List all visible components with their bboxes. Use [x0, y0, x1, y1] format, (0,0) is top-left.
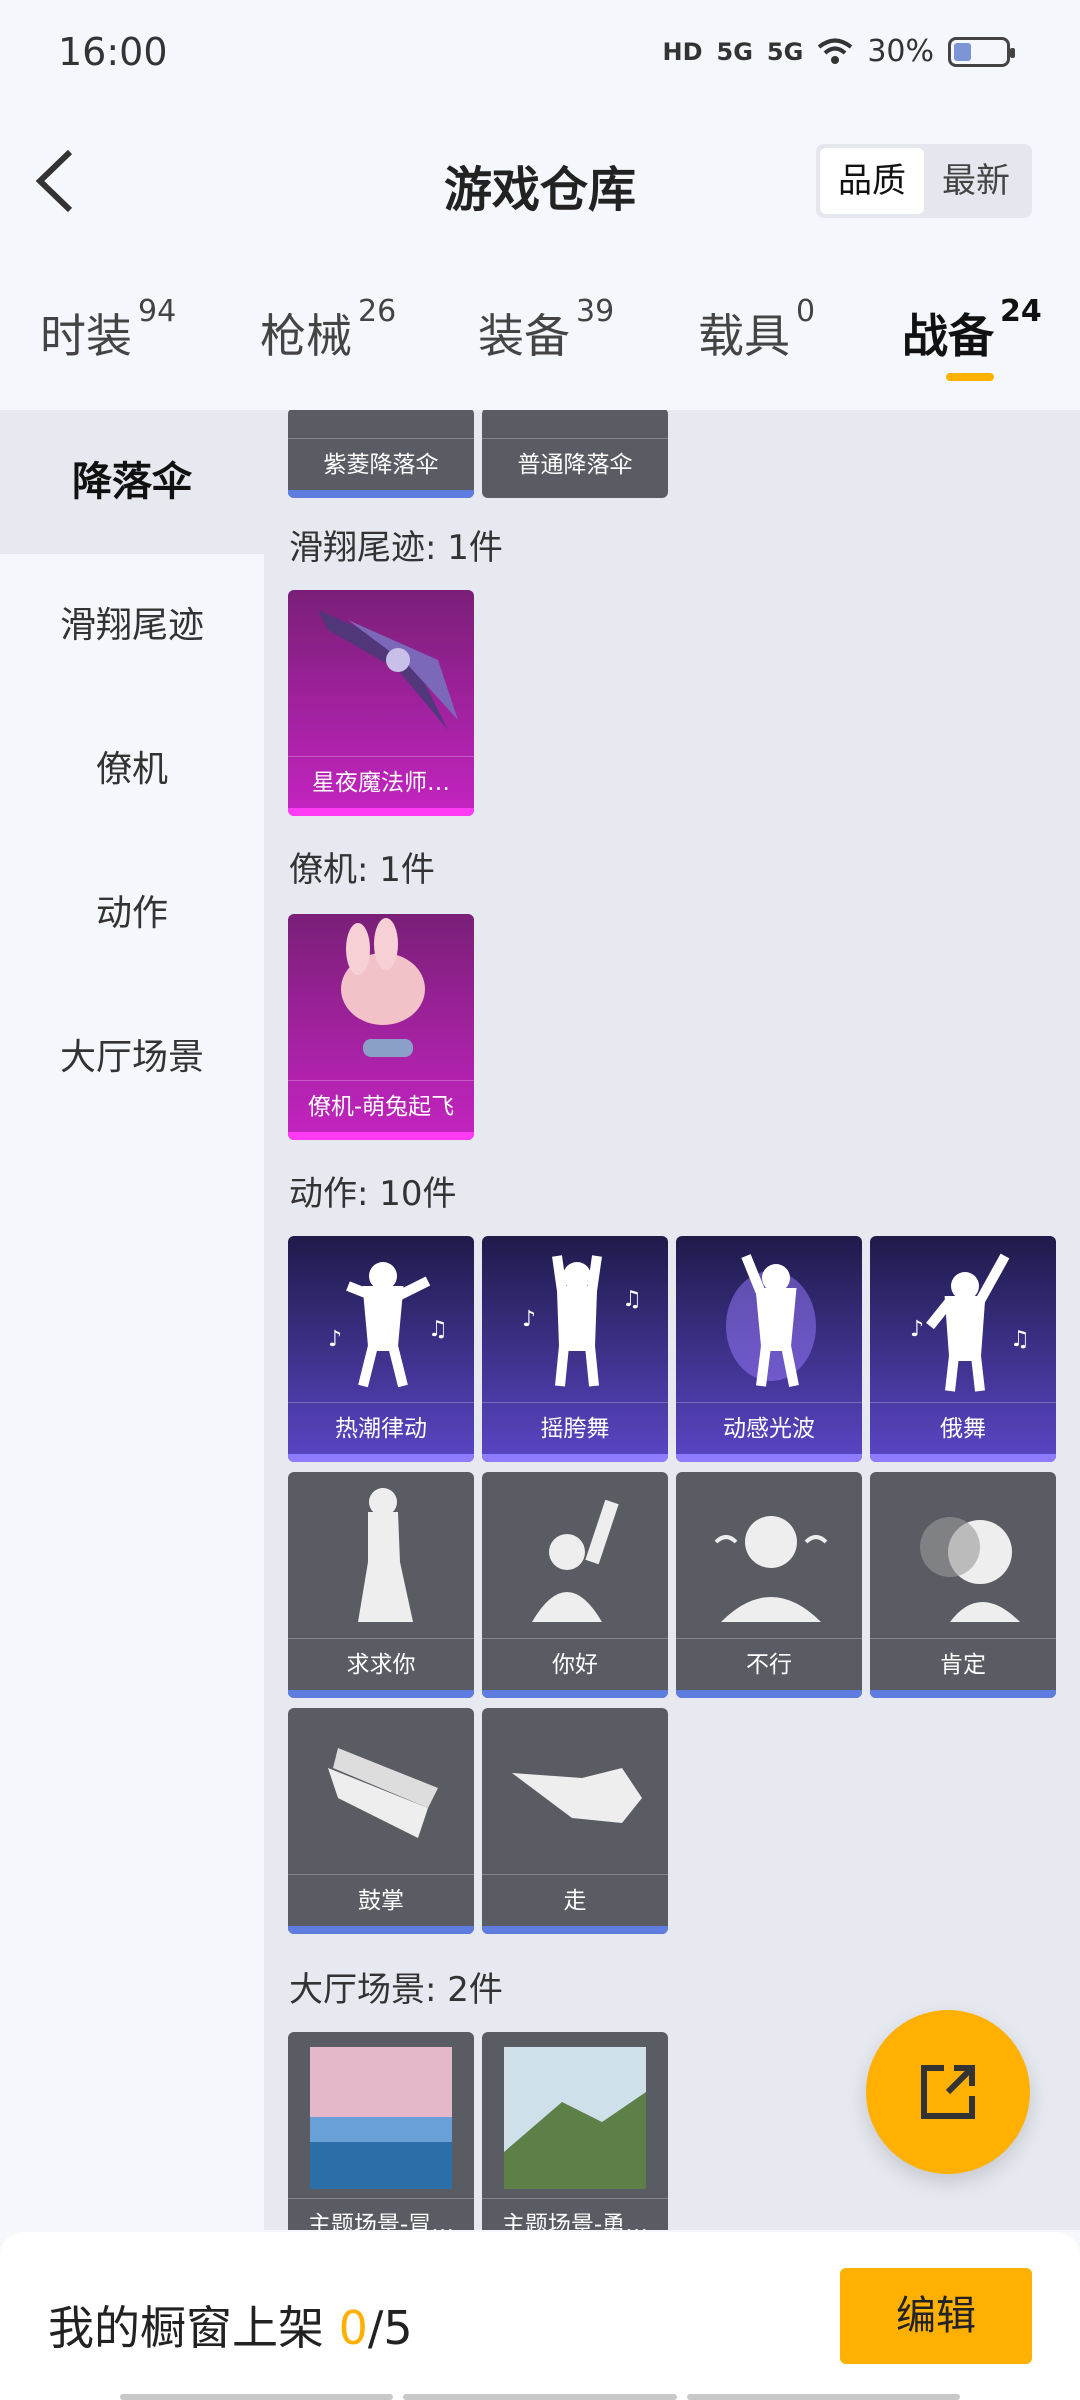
- svg-text:♫: ♫: [622, 1287, 642, 1312]
- wingman-art: [341, 918, 425, 1057]
- item-card[interactable]: 不行: [676, 1472, 862, 1698]
- item-label: 主题场景-勇…: [482, 2198, 668, 2230]
- home-indicator: [120, 2394, 960, 2400]
- header: 游戏仓库 品质 最新: [0, 110, 1080, 250]
- battery-percent: 30%: [867, 34, 934, 69]
- item-label: 普通降落伞: [482, 438, 668, 490]
- svg-text:♪: ♪: [910, 1317, 924, 1342]
- status-time: 16:00: [58, 30, 168, 74]
- clap-art: [328, 1748, 438, 1838]
- battery-icon: [948, 36, 1015, 67]
- sort-quality-button[interactable]: 品质: [820, 148, 924, 214]
- gesture-art: [920, 1517, 1020, 1622]
- status-icons: HD 5G 5G 30%: [662, 34, 1015, 69]
- item-label: 走: [482, 1874, 668, 1926]
- item-label: 摇胯舞: [482, 1402, 668, 1454]
- item-label: 不行: [676, 1638, 862, 1690]
- item-card[interactable]: 星夜魔法师…: [288, 590, 474, 816]
- wifi-icon: [818, 38, 853, 64]
- item-card[interactable]: 紫菱降落伞: [288, 410, 474, 498]
- item-label: 你好: [482, 1638, 668, 1690]
- gesture-art: [532, 1499, 619, 1622]
- point-art: [512, 1768, 642, 1823]
- share-button[interactable]: [866, 2010, 1030, 2174]
- tab-equipment[interactable]: 装备 39: [478, 294, 614, 366]
- item-label: 僚机-萌兔起飞: [288, 1080, 474, 1132]
- item-label: 紫菱降落伞: [288, 438, 474, 490]
- item-card[interactable]: 动感光波: [676, 1236, 862, 1462]
- item-label: 动感光波: [676, 1402, 862, 1454]
- section-title: 大厅场景: 2件: [289, 1970, 503, 2010]
- inventory-content: 紫菱降落伞 普通降落伞 滑翔尾迹: 1件 星夜魔法师… 僚机: 1件 僚机-萌兔…: [264, 410, 1080, 2230]
- hd-icon: HD: [662, 37, 703, 66]
- sort-newest-button[interactable]: 最新: [924, 148, 1028, 214]
- item-card[interactable]: 肯定: [870, 1472, 1056, 1698]
- side-nav: 降落伞 滑翔尾迹 僚机 动作 大厅场景: [0, 410, 264, 2230]
- side-item-emotes[interactable]: 动作: [0, 842, 264, 986]
- gesture-art: [714, 1516, 828, 1622]
- item-label: 肯定: [870, 1638, 1056, 1690]
- dancer-art: ♪♫: [910, 1253, 1030, 1392]
- item-label: 热潮律动: [288, 1402, 474, 1454]
- item-card[interactable]: 普通降落伞: [482, 410, 668, 498]
- item-card[interactable]: 你好: [482, 1472, 668, 1698]
- side-item-lobby-scene[interactable]: 大厅场景: [0, 986, 264, 1130]
- signal-5g-icon: 5G: [716, 37, 753, 66]
- dancer-art: ♪♫: [328, 1262, 448, 1388]
- item-card[interactable]: 走: [482, 1708, 668, 1934]
- signal-5g-icon: 5G: [766, 37, 804, 66]
- item-label: 主题场景-冒…: [288, 2198, 474, 2230]
- share-icon: [921, 2065, 975, 2119]
- status-bar: 16:00 HD 5G 5G 30%: [0, 0, 1080, 110]
- showcase-count: 我的橱窗上架 0/5: [48, 2301, 413, 2355]
- dancer-art: ♪♫: [522, 1255, 642, 1387]
- item-label: 求求你: [288, 1638, 474, 1690]
- svg-text:♪: ♪: [328, 1327, 342, 1352]
- item-label: 星夜魔法师…: [288, 756, 474, 808]
- side-item-wingman[interactable]: 僚机: [0, 698, 264, 842]
- item-card[interactable]: ♪ ♫ 摇胯舞: [482, 1236, 668, 1462]
- sort-toggle: 品质 最新: [816, 144, 1032, 218]
- item-card[interactable]: 求求你: [288, 1472, 474, 1698]
- item-card[interactable]: ♪ ♫ 热潮律动: [288, 1236, 474, 1462]
- section-title: 动作: 10件: [289, 1174, 457, 1214]
- svg-text:♪: ♪: [522, 1307, 536, 1332]
- svg-text:♫: ♫: [1010, 1327, 1030, 1352]
- svg-text:♫: ♫: [428, 1317, 448, 1342]
- item-card[interactable]: 主题场景-勇…: [482, 2032, 668, 2230]
- item-card[interactable]: 僚机-萌兔起飞: [288, 914, 474, 1140]
- item-card[interactable]: 主题场景-冒…: [288, 2032, 474, 2230]
- category-tabs: 时装 94 枪械 26 装备 39 载具 0 战备 24: [0, 250, 1080, 410]
- tab-vehicles[interactable]: 载具 0: [698, 294, 815, 366]
- gesture-art: [358, 1488, 413, 1622]
- tab-indicator: [946, 373, 994, 381]
- section-title: 僚机: 1件: [289, 850, 435, 890]
- scene-art: [310, 2047, 452, 2189]
- glide-trail-art: [318, 610, 458, 730]
- dancer-art: [726, 1254, 816, 1387]
- item-label: 鼓掌: [288, 1874, 474, 1926]
- side-item-glide-trail[interactable]: 滑翔尾迹: [0, 554, 264, 698]
- footer-bar: 我的橱窗上架 0/5 编辑: [0, 2232, 1080, 2400]
- side-item-parachute[interactable]: 降落伞: [0, 410, 264, 554]
- tab-combat-gear[interactable]: 战备 24: [902, 294, 1042, 366]
- edit-button[interactable]: 编辑: [840, 2268, 1032, 2364]
- tab-guns[interactable]: 枪械 26: [260, 294, 396, 366]
- section-title: 滑翔尾迹: 1件: [289, 528, 503, 568]
- item-card[interactable]: ♪ ♫ 俄舞: [870, 1236, 1056, 1462]
- item-label: 俄舞: [870, 1402, 1056, 1454]
- item-card[interactable]: 鼓掌: [288, 1708, 474, 1934]
- scene-art: [504, 2047, 646, 2189]
- tab-fashion[interactable]: 时装 94: [40, 294, 176, 366]
